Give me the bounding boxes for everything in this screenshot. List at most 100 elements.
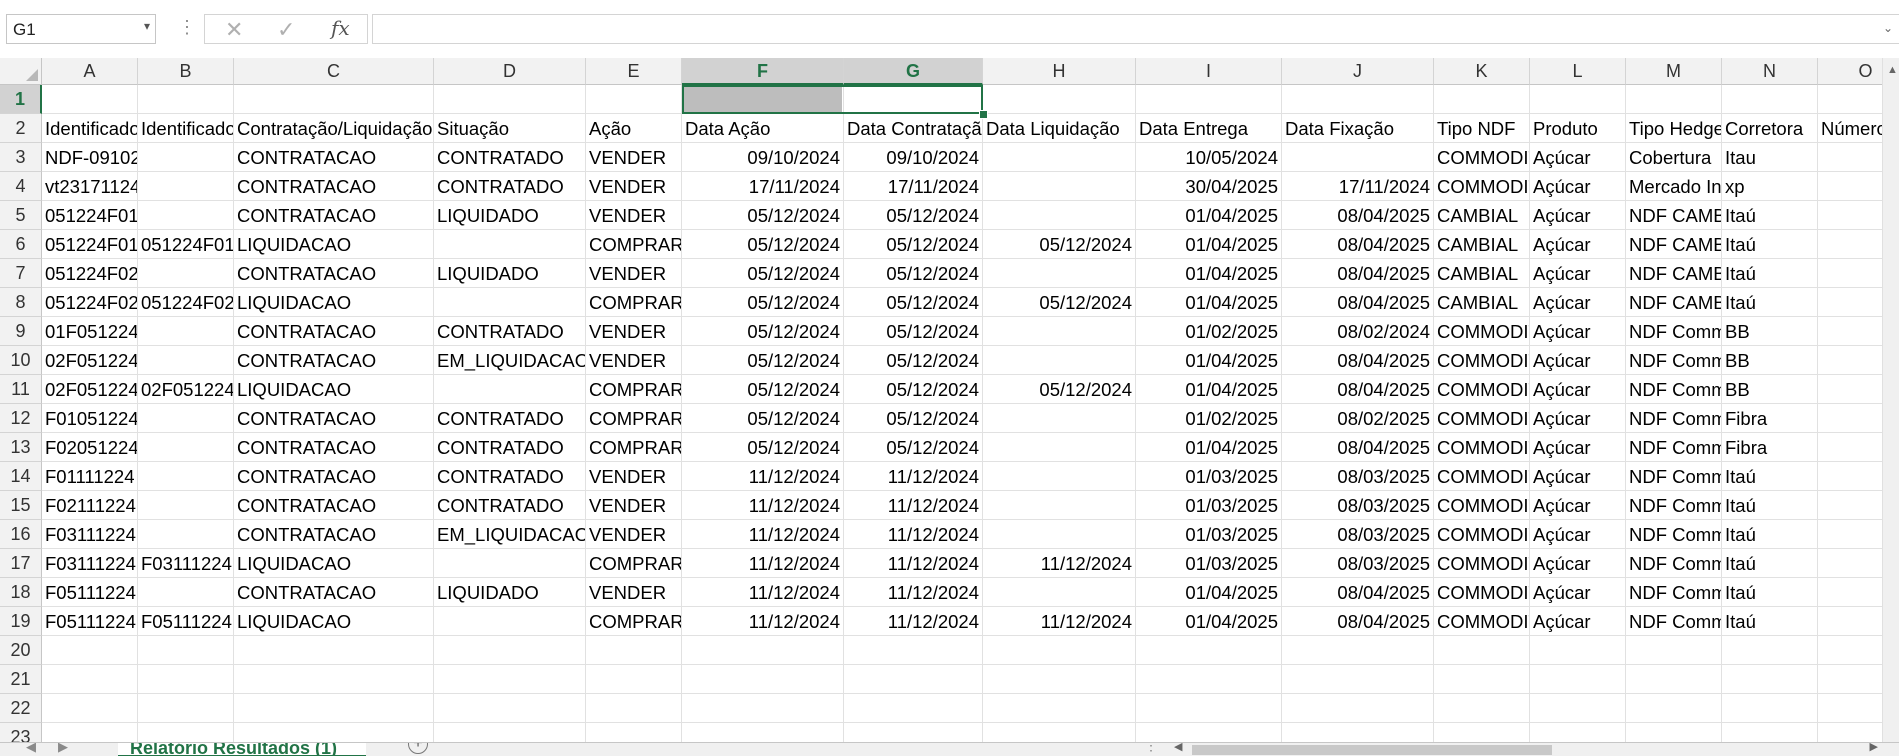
table-cell[interactable] xyxy=(138,172,234,201)
table-cell[interactable]: 11/12/2024 xyxy=(844,549,983,578)
table-cell[interactable]: F05111224 xyxy=(42,578,138,607)
row-header-2[interactable]: 2 xyxy=(0,114,42,143)
header-cell[interactable]: Corretora xyxy=(1722,114,1818,143)
table-cell[interactable]: Itau xyxy=(1722,143,1818,172)
header-cell[interactable]: Data Contratação xyxy=(844,114,983,143)
table-cell[interactable] xyxy=(434,607,586,636)
column-header-a[interactable]: A xyxy=(42,58,138,85)
column-header-f[interactable]: F xyxy=(682,58,844,85)
column-header-j[interactable]: J xyxy=(1282,58,1434,85)
table-cell[interactable]: 11/12/2024 xyxy=(844,520,983,549)
table-cell[interactable]: VENDER xyxy=(586,491,682,520)
grid-cell[interactable] xyxy=(434,665,586,694)
grid-cell[interactable] xyxy=(1722,694,1818,723)
grid-cell[interactable] xyxy=(1530,636,1626,665)
grid-cell[interactable] xyxy=(1282,636,1434,665)
table-cell[interactable]: CONTRATACAO xyxy=(234,201,434,230)
table-cell[interactable]: 051224F02 xyxy=(42,288,138,317)
header-cell[interactable]: Produto xyxy=(1530,114,1626,143)
table-cell[interactable]: 02F051224 xyxy=(138,375,234,404)
table-cell[interactable]: NDF Commodity xyxy=(1626,433,1722,462)
horizontal-scrollbar[interactable]: ◀ ▶ xyxy=(1168,743,1882,756)
table-cell[interactable]: VENDER xyxy=(586,201,682,230)
table-cell[interactable]: 11/12/2024 xyxy=(682,549,844,578)
grid-cell[interactable] xyxy=(1282,694,1434,723)
grid-cell[interactable] xyxy=(1282,665,1434,694)
table-cell[interactable]: CONTRATADO xyxy=(434,433,586,462)
table-cell[interactable]: CONTRATACAO xyxy=(234,259,434,288)
table-cell[interactable]: 11/12/2024 xyxy=(983,549,1136,578)
table-cell[interactable]: Itaú xyxy=(1722,520,1818,549)
table-cell[interactable]: 08/04/2025 xyxy=(1282,259,1434,288)
table-cell[interactable] xyxy=(434,230,586,259)
grid-cell[interactable] xyxy=(1136,694,1282,723)
scroll-left-icon[interactable]: ◀ xyxy=(1174,743,1182,753)
table-cell[interactable]: EM_LIQUIDACAO xyxy=(434,520,586,549)
table-cell[interactable]: 11/12/2024 xyxy=(844,462,983,491)
table-cell[interactable]: CONTRATADO xyxy=(434,462,586,491)
insert-function-icon[interactable]: fx xyxy=(331,16,350,40)
table-cell[interactable]: Açúcar xyxy=(1530,607,1626,636)
table-cell[interactable]: 08/04/2025 xyxy=(1282,201,1434,230)
scroll-up-icon[interactable]: ▲ xyxy=(1887,64,1898,76)
table-cell[interactable] xyxy=(138,462,234,491)
table-cell[interactable]: 30/04/2025 xyxy=(1136,172,1282,201)
expand-formula-bar-icon[interactable]: ⌄ xyxy=(1883,21,1893,35)
table-cell[interactable] xyxy=(983,462,1136,491)
table-cell[interactable]: Itaú xyxy=(1722,462,1818,491)
grid-cell[interactable] xyxy=(234,665,434,694)
grid-cell[interactable] xyxy=(434,694,586,723)
table-cell[interactable]: NDF CAMBIAL xyxy=(1626,201,1722,230)
row-header-16[interactable]: 16 xyxy=(0,520,42,549)
grid-cell[interactable] xyxy=(42,636,138,665)
table-cell[interactable]: COMMODITY xyxy=(1434,143,1530,172)
table-cell[interactable] xyxy=(138,143,234,172)
table-cell[interactable]: 09/10/2024 xyxy=(682,143,844,172)
table-cell[interactable]: 05/12/2024 xyxy=(844,201,983,230)
table-cell[interactable]: NDF Commodity xyxy=(1626,491,1722,520)
table-cell[interactable]: Itaú xyxy=(1722,230,1818,259)
table-cell[interactable]: 05/12/2024 xyxy=(682,288,844,317)
table-cell[interactable]: 05/12/2024 xyxy=(682,201,844,230)
grid-cell[interactable] xyxy=(1626,694,1722,723)
grid-cell[interactable] xyxy=(844,665,983,694)
table-cell[interactable]: Itaú xyxy=(1722,259,1818,288)
table-cell[interactable]: Cobertura xyxy=(1626,143,1722,172)
table-cell[interactable]: VENDER xyxy=(586,143,682,172)
table-cell[interactable]: 05/12/2024 xyxy=(682,346,844,375)
table-cell[interactable]: COMMODITY xyxy=(1434,491,1530,520)
table-cell[interactable] xyxy=(983,201,1136,230)
grid-cell[interactable] xyxy=(844,636,983,665)
table-cell[interactable]: 01/03/2025 xyxy=(1136,520,1282,549)
name-box[interactable]: G1 ▾ xyxy=(6,14,156,44)
table-cell[interactable]: 08/04/2025 xyxy=(1282,433,1434,462)
column-header-k[interactable]: K xyxy=(1434,58,1530,85)
table-cell[interactable]: BB xyxy=(1722,317,1818,346)
table-cell[interactable]: NDF Commodity xyxy=(1626,607,1722,636)
table-cell[interactable]: CAMBIAL xyxy=(1434,259,1530,288)
table-cell[interactable]: 01/04/2025 xyxy=(1136,288,1282,317)
table-cell[interactable]: Itaú xyxy=(1722,607,1818,636)
table-cell[interactable]: NDF Commodity xyxy=(1626,462,1722,491)
grid-cell[interactable] xyxy=(234,636,434,665)
column-header-m[interactable]: M xyxy=(1626,58,1722,85)
table-cell[interactable] xyxy=(434,375,586,404)
table-cell[interactable]: F03111224 xyxy=(42,549,138,578)
table-cell[interactable]: COMMODITY xyxy=(1434,172,1530,201)
table-cell[interactable]: COMMODITY xyxy=(1434,549,1530,578)
row-header-19[interactable]: 19 xyxy=(0,607,42,636)
add-sheet-button[interactable]: + xyxy=(408,743,428,754)
table-cell[interactable]: NDF Commodity xyxy=(1626,520,1722,549)
column-header-h[interactable]: H xyxy=(983,58,1136,85)
table-cell[interactable]: 01/02/2025 xyxy=(1136,404,1282,433)
grid-cell[interactable] xyxy=(138,665,234,694)
table-cell[interactable]: VENDER xyxy=(586,520,682,549)
prev-sheet-icon[interactable]: ◀ xyxy=(26,743,36,755)
table-cell[interactable]: CAMBIAL xyxy=(1434,201,1530,230)
table-cell[interactable]: LIQUIDACAO xyxy=(234,375,434,404)
grid-cell[interactable] xyxy=(844,85,983,114)
table-cell[interactable]: CONTRATADO xyxy=(434,143,586,172)
table-cell[interactable]: 08/04/2025 xyxy=(1282,607,1434,636)
table-cell[interactable]: 01/04/2025 xyxy=(1136,607,1282,636)
grid-cell[interactable] xyxy=(586,85,682,114)
